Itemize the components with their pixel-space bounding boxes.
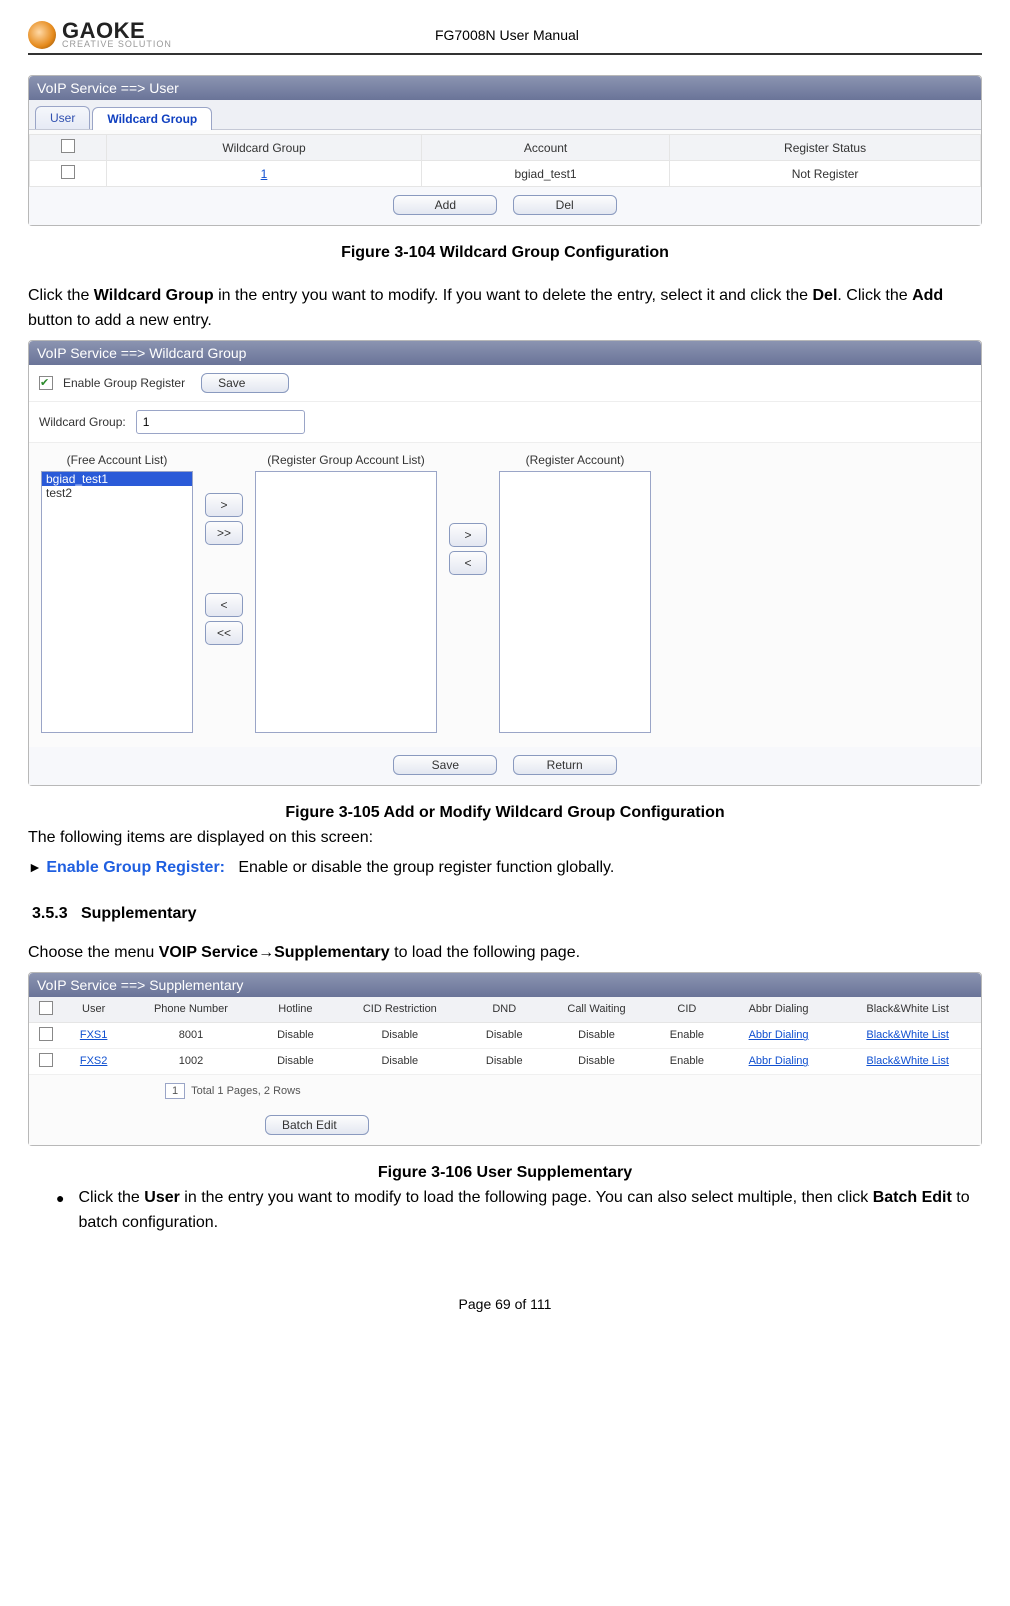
table-row: 1 bgiad_test1 Not Register [30,161,981,187]
screenshot-supplementary-list: VoIP Service ==> Supplementary User Phon… [28,972,982,1146]
select-all-checkbox[interactable] [61,139,75,153]
triangle-marker-icon: ► [28,859,42,875]
col-phone-number: Phone Number [124,997,257,1023]
row-checkbox[interactable] [39,1053,53,1067]
register-group-account-list-label: (Register Group Account List) [255,453,437,467]
brand-subtitle: CREATIVE SOLUTION [62,40,172,49]
cell-status: Not Register [670,161,981,187]
move-all-left-button[interactable]: << [205,621,243,645]
figure-caption-106: Figure 3-106 User Supplementary [28,1164,982,1182]
tab-wildcard-group[interactable]: Wildcard Group [92,107,212,130]
move-all-right-button[interactable]: >> [205,521,243,545]
col-black-white-list: Black&White List [834,997,981,1023]
screenshot-wildcard-group-list: VoIP Service ==> User User Wildcard Grou… [28,75,982,226]
col-dnd: DND [467,997,543,1023]
tab-user[interactable]: User [35,106,90,129]
enable-group-register-term: Enable Group Register: [46,859,225,876]
table-row: FXS1 8001 Disable Disable Disable Disabl… [29,1022,981,1048]
section-heading-supplementary: 3.5.3 Supplementary [32,905,982,923]
breadcrumb: VoIP Service ==> User [29,76,981,100]
brand-logo: GAOKE CREATIVE SOLUTION [28,20,172,49]
col-cid: CID [651,997,723,1023]
supplementary-table: User Phone Number Hotline CID Restrictio… [29,997,981,1075]
row-checkbox[interactable] [39,1027,53,1041]
page-footer: Page 69 of 111 [28,1296,982,1312]
wildcard-group-table: Wildcard Group Account Register Status 1… [29,134,981,187]
col-account: Account [422,135,670,161]
wildcard-group-link[interactable]: 1 [261,167,268,181]
table-row: FXS2 1002 Disable Disable Disable Disabl… [29,1048,981,1074]
register-account-label: (Register Account) [499,453,651,467]
batch-edit-button[interactable]: Batch Edit [265,1115,369,1135]
paragraph-wildcard-instructions: Click the Wildcard Group in the entry yo… [28,284,982,334]
tab-bar: User Wildcard Group [29,100,981,130]
free-account-listbox[interactable]: bgiad_test1 test2 [41,471,193,733]
doc-title: FG7008N User Manual [172,27,842,43]
pager-text: Total 1 Pages, 2 Rows [191,1085,300,1097]
enable-group-register-desc: Enable or disable the group register fun… [238,859,614,876]
list-item[interactable]: test2 [42,486,192,500]
col-hotline: Hotline [258,997,334,1023]
pager: 1 Total 1 Pages, 2 Rows [29,1075,981,1107]
black-white-list-link[interactable]: Black&White List [866,1055,949,1067]
col-call-waiting: Call Waiting [542,997,651,1023]
black-white-list-link[interactable]: Black&White List [866,1029,949,1041]
col-register-status: Register Status [670,135,981,161]
col-user: User [63,997,124,1023]
screenshot-wildcard-group-edit: VoIP Service ==> Wildcard Group Enable G… [28,340,982,786]
paragraph-items-intro: The following items are displayed on thi… [28,826,982,851]
abbr-dialing-link[interactable]: Abbr Dialing [749,1029,809,1041]
enable-group-register-label: Enable Group Register [63,376,185,390]
move-right-button[interactable]: > [205,493,243,517]
abbr-dialing-link[interactable]: Abbr Dialing [749,1055,809,1067]
user-link[interactable]: FXS1 [80,1029,108,1041]
page-number-input[interactable]: 1 [165,1083,185,1099]
breadcrumb: VoIP Service ==> Supplementary [29,973,981,997]
list-item[interactable]: bgiad_test1 [42,472,192,486]
figure-caption-104: Figure 3-104 Wildcard Group Configuratio… [28,244,982,262]
free-account-list-label: (Free Account List) [41,453,193,467]
figure-caption-105: Figure 3-105 Add or Modify Wildcard Grou… [28,804,982,822]
register-account-listbox[interactable] [499,471,651,733]
select-all-checkbox[interactable] [39,1001,53,1015]
user-link[interactable]: FXS2 [80,1055,108,1067]
col-abbr-dialing: Abbr Dialing [723,997,835,1023]
logo-icon [28,21,56,49]
enable-group-register-item: ► Enable Group Register: Enable or disab… [28,856,982,881]
bullet-user-edit: ● Click the User in the entry you want t… [56,1186,982,1236]
cell-account: bgiad_test1 [422,161,670,187]
return-button[interactable]: Return [513,755,617,775]
doc-header: GAOKE CREATIVE SOLUTION FG7008N User Man… [28,20,982,55]
register-group-account-listbox[interactable] [255,471,437,733]
save-button-top[interactable]: Save [201,373,289,393]
breadcrumb: VoIP Service ==> Wildcard Group [29,341,981,365]
row-checkbox[interactable] [61,165,75,179]
wildcard-group-input[interactable] [136,410,305,434]
add-button[interactable]: Add [393,195,497,215]
wildcard-group-label: Wildcard Group: [39,415,126,429]
paragraph-supplementary-nav: Choose the menu VOIP Service→Supplementa… [28,941,982,966]
move-right-button-2[interactable]: > [449,523,487,547]
col-cid-restriction: CID Restriction [333,997,466,1023]
move-left-button-2[interactable]: < [449,551,487,575]
enable-group-register-checkbox[interactable] [39,376,53,390]
bullet-icon: ● [56,1186,64,1236]
col-wildcard-group: Wildcard Group [107,135,422,161]
save-button[interactable]: Save [393,755,497,775]
del-button[interactable]: Del [513,195,617,215]
move-left-button[interactable]: < [205,593,243,617]
